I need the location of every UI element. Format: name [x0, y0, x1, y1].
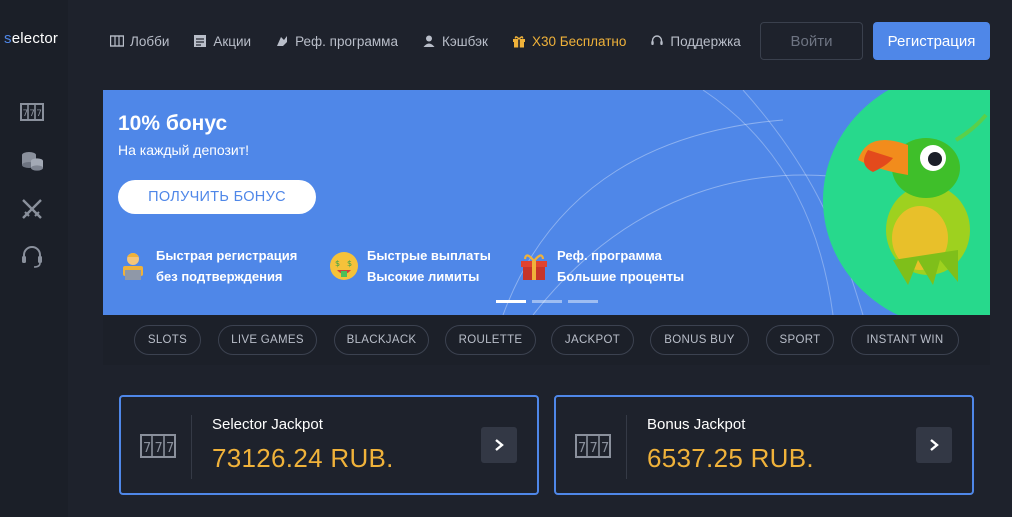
- parrot-mascot-icon: [858, 113, 988, 285]
- referral-icon: [277, 36, 288, 46]
- nav-lobby-label: Лобби: [130, 33, 170, 49]
- slider-indicators: [496, 300, 604, 303]
- jackpot-open-button[interactable]: [481, 427, 517, 463]
- nav-support[interactable]: Поддержка: [650, 33, 741, 49]
- promotions-icon: [194, 35, 207, 47]
- lobby-icon: [110, 35, 124, 47]
- feature-fast-registration: Быстрая регистрация без подтверждения: [116, 245, 297, 287]
- headset-icon: [651, 35, 664, 45]
- chevron-right-icon: [495, 439, 504, 451]
- svg-text:7: 7: [166, 441, 174, 456]
- sidebar: selector 777: [0, 0, 68, 517]
- category-bonus-buy[interactable]: BONUS BUY: [650, 325, 749, 355]
- category-blackjack[interactable]: BLACKJACK: [334, 325, 429, 355]
- feature-fast-payouts: $ $ Быстрые выплаты Высокие лимиты: [327, 245, 491, 287]
- user-icon: [423, 35, 435, 47]
- money-face-icon: $ $: [330, 252, 358, 280]
- nav-support-label: Поддержка: [670, 33, 741, 49]
- svg-text:$: $: [347, 259, 352, 268]
- svg-text:7: 7: [29, 109, 35, 119]
- banner-title: 10% бонус: [118, 112, 228, 135]
- gift-icon: [512, 36, 525, 48]
- jackpot-title: Bonus Jackpot: [647, 416, 746, 433]
- category-live-games[interactable]: LIVE GAMES: [218, 325, 317, 355]
- svg-text:7: 7: [155, 441, 163, 456]
- selector-jackpot-card[interactable]: 777 Selector Jackpot 73126.24 RUB.: [119, 395, 539, 495]
- banner-subtitle: На каждый депозит!: [118, 142, 250, 158]
- top-navigation: Лобби Акции Реф. программа Кэшбэк X30 Бе…: [110, 30, 765, 52]
- jackpot-amount: 6537.25 RUB.: [647, 443, 814, 473]
- slots-icon: 777: [140, 434, 176, 458]
- nav-lobby[interactable]: Лобби: [110, 34, 169, 49]
- nav-free-spins-label: X30 Бесплатно: [531, 33, 627, 49]
- category-instant-win[interactable]: INSTANT WIN: [851, 325, 959, 355]
- category-bar: SLOTS LIVE GAMES BLACKJACK ROULETTE JACK…: [103, 315, 990, 365]
- sidebar-headset-icon[interactable]: [17, 242, 47, 270]
- nav-referral-label: Реф. программа: [295, 33, 398, 49]
- svg-text:7: 7: [578, 441, 586, 456]
- feature-3-line1: Реф. программа: [557, 248, 662, 263]
- sidebar-crossed-swords-icon[interactable]: [17, 195, 47, 223]
- nav-referral[interactable]: Реф. программа: [275, 34, 398, 49]
- nav-free-spins[interactable]: X30 Бесплатно: [512, 34, 626, 49]
- feature-referral: Реф. программа Большие проценты: [517, 245, 684, 287]
- login-button[interactable]: Войти: [760, 22, 863, 60]
- svg-text:7: 7: [36, 109, 42, 119]
- nav-cashback[interactable]: Кэшбэк: [422, 34, 488, 49]
- sidebar-slots-icon[interactable]: 777: [17, 98, 47, 126]
- feature-1-line1: Быстрая регистрация: [156, 248, 298, 263]
- svg-text:7: 7: [601, 441, 609, 456]
- jackpot-title: Selector Jackpot: [212, 416, 323, 433]
- nav-promotions[interactable]: Акции: [193, 34, 251, 49]
- feature-1-line2: без подтверждения: [156, 269, 283, 284]
- chevron-right-icon: [930, 439, 939, 451]
- category-jackpot[interactable]: JACKPOT: [551, 325, 634, 355]
- jackpot-open-button[interactable]: [916, 427, 952, 463]
- slide-dot-2[interactable]: [532, 300, 562, 303]
- slide-dot-3[interactable]: [568, 300, 598, 303]
- promo-banner[interactable]: 10% бонус На каждый депозит! ПОЛУЧИТЬ БО…: [103, 90, 990, 315]
- card-divider: [626, 415, 627, 479]
- svg-text:$: $: [335, 259, 340, 268]
- person-laptop-icon: [123, 253, 143, 280]
- get-bonus-button[interactable]: ПОЛУЧИТЬ БОНУС: [118, 180, 316, 214]
- category-roulette[interactable]: ROULETTE: [445, 325, 536, 355]
- bonus-jackpot-card[interactable]: 777 Bonus Jackpot 6537.25 RUB.: [554, 395, 974, 495]
- svg-text:7: 7: [590, 441, 598, 456]
- card-divider: [191, 415, 192, 479]
- category-sport[interactable]: SPORT: [766, 325, 834, 355]
- slide-dot-1[interactable]: [496, 300, 526, 303]
- logo[interactable]: selector: [4, 30, 58, 47]
- category-slots[interactable]: SLOTS: [134, 325, 201, 355]
- register-button[interactable]: Регистрация: [873, 22, 990, 60]
- nav-cashback-label: Кэшбэк: [441, 33, 488, 49]
- nav-promotions-label: Акции: [213, 33, 252, 49]
- feature-2-line1: Быстрые выплаты: [367, 248, 491, 263]
- sidebar-coins-icon[interactable]: [17, 146, 47, 174]
- jackpot-amount: 73126.24 RUB.: [212, 443, 394, 473]
- feature-3-line2: Большие проценты: [557, 269, 685, 284]
- slots-icon: 777: [575, 434, 611, 458]
- svg-text:7: 7: [143, 441, 151, 456]
- feature-2-line2: Высокие лимиты: [367, 269, 480, 284]
- svg-text:7: 7: [23, 109, 29, 119]
- gift-box-icon: [521, 254, 547, 280]
